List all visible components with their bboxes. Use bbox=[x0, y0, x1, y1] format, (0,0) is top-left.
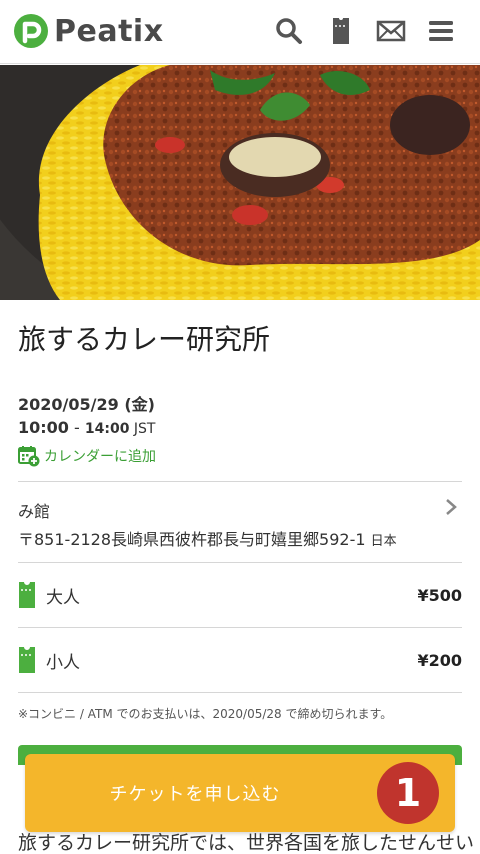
ticket-price: ¥200 bbox=[417, 650, 462, 670]
time-end: 14:00 bbox=[84, 421, 130, 437]
ticket-icon[interactable] bbox=[326, 16, 356, 46]
event-cover-image bbox=[0, 65, 480, 300]
venue-address-text: 〒851-2128長崎県西彼杵郡長与町嬉里郷592-1 bbox=[18, 530, 366, 549]
peatix-logo-icon bbox=[14, 14, 48, 48]
step-badge: 1 bbox=[377, 762, 439, 824]
ticket-row: 小人 ¥200 bbox=[18, 643, 462, 677]
add-to-calendar-label: カレンダーに追加 bbox=[44, 449, 156, 465]
apply-ticket-button[interactable]: チケットを申し込む 1 bbox=[25, 754, 455, 832]
calendar-add-icon bbox=[18, 446, 40, 467]
event-date: 2020/05/29 (金) bbox=[18, 395, 155, 414]
venue-address: 〒851-2128長崎県西彼杵郡長与町嬉里郷592-1 日本 bbox=[18, 526, 397, 550]
ticket-name: 小人 bbox=[46, 652, 80, 673]
divider bbox=[18, 627, 462, 628]
chevron-right-icon bbox=[446, 499, 457, 515]
add-to-calendar-link[interactable]: カレンダーに追加 bbox=[18, 445, 156, 467]
venue-country: 日本 bbox=[370, 534, 397, 549]
menu-icon[interactable] bbox=[426, 16, 456, 46]
apply-ticket-label: チケットを申し込む bbox=[109, 784, 281, 805]
divider bbox=[18, 692, 462, 693]
ticket-row: 大人 ¥500 bbox=[18, 578, 462, 612]
app-header: Peatix bbox=[0, 0, 480, 64]
ticket-icon bbox=[19, 582, 35, 608]
timezone: JST bbox=[129, 421, 156, 437]
divider bbox=[18, 481, 462, 482]
ticket-icon bbox=[19, 647, 35, 673]
search-icon[interactable] bbox=[274, 16, 304, 46]
time-separator: - bbox=[68, 418, 85, 437]
event-description: 旅するカレー研究所では、世界各国を旅したせんせい bbox=[18, 832, 475, 854]
venue-name: み館 bbox=[18, 502, 51, 521]
event-time: 10:00 - 14:00 JST bbox=[18, 418, 156, 437]
payment-deadline-note: ※コンビニ / ATM でのお支払いは、2020/05/28 で締め切られます。 bbox=[18, 707, 393, 721]
divider bbox=[18, 562, 462, 563]
event-title: 旅するカレー研究所 bbox=[18, 323, 271, 356]
ticket-name: 大人 bbox=[46, 587, 80, 608]
time-start: 10:00 bbox=[18, 418, 69, 437]
mail-icon[interactable] bbox=[376, 16, 406, 46]
peatix-logo[interactable]: Peatix bbox=[12, 12, 164, 50]
logo-text: Peatix bbox=[54, 13, 164, 49]
ticket-price: ¥500 bbox=[417, 585, 462, 605]
